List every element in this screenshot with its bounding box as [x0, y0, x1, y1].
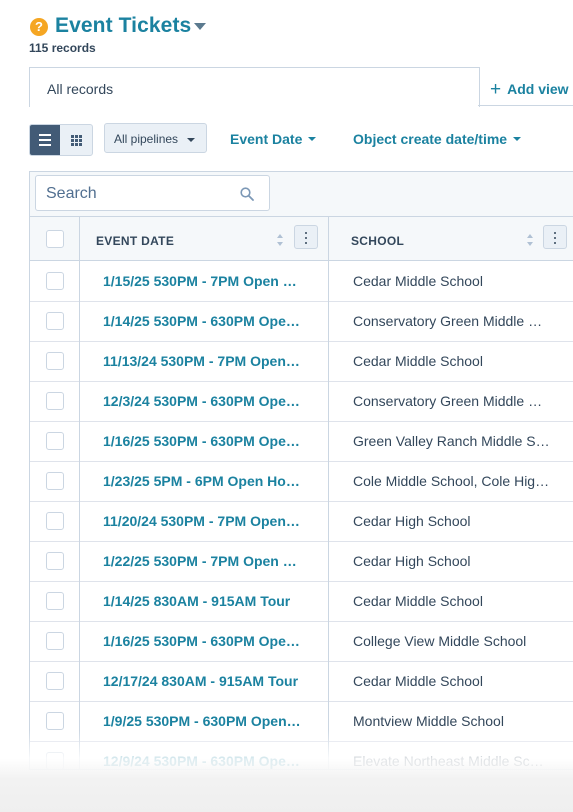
- event-date-link[interactable]: 1/22/25 530PM - 7PM Open House: [103, 553, 303, 569]
- view-toggle: [29, 124, 93, 156]
- row-checkbox[interactable]: [46, 712, 64, 730]
- row-checkbox[interactable]: [46, 512, 64, 530]
- add-view-label: Add view: [507, 81, 569, 97]
- search-box[interactable]: [35, 175, 270, 211]
- table-header: EVENT DATE SCHOOL: [30, 217, 573, 261]
- page-title[interactable]: Event Tickets: [55, 14, 191, 38]
- row-checkbox[interactable]: [46, 552, 64, 570]
- row-checkbox[interactable]: [46, 392, 64, 410]
- sort-icon[interactable]: [526, 233, 534, 247]
- school-cell: Cole Middle School, Cole High School: [353, 473, 550, 489]
- table-row[interactable]: 1/23/25 5PM - 6PM Open House Cole Middle …: [30, 461, 573, 502]
- more-vertical-icon[interactable]: [543, 225, 567, 249]
- create-date-filter[interactable]: Object create date/time: [353, 131, 522, 147]
- search-bar: [30, 172, 573, 217]
- row-checkbox[interactable]: [46, 272, 64, 290]
- list-view-icon[interactable]: [30, 125, 60, 155]
- table-row[interactable]: 11/13/24 530PM - 7PM Open House Cedar Mid…: [30, 341, 573, 382]
- school-cell: College View Middle School: [353, 633, 527, 649]
- column-divider: [79, 217, 80, 769]
- event-date-link[interactable]: 1/14/25 830AM - 915AM Tour: [103, 593, 303, 609]
- event-date-link[interactable]: 12/17/24 830AM - 915AM Tour: [103, 673, 303, 689]
- table-row[interactable]: 1/14/25 530PM - 630PM Open House Conserva…: [30, 301, 573, 342]
- school-cell: Conservatory Green Middle School: [353, 393, 550, 409]
- event-date-link[interactable]: 11/20/24 530PM - 7PM Open House: [103, 513, 303, 529]
- event-date-link[interactable]: 1/9/25 530PM - 630PM Open House: [103, 713, 303, 729]
- table-row[interactable]: 1/16/25 530PM - 630PM Open House Green Va…: [30, 421, 573, 462]
- chevron-down-icon[interactable]: [194, 23, 206, 30]
- column-divider: [328, 217, 329, 769]
- record-count: 115 records: [29, 41, 96, 55]
- event-date-link[interactable]: 1/16/25 530PM - 630PM Open House: [103, 433, 303, 449]
- plus-icon: +: [490, 79, 502, 100]
- event-date-filter[interactable]: Event Date: [230, 131, 317, 147]
- sort-icon[interactable]: [276, 233, 284, 247]
- school-cell: Cedar High School: [353, 553, 471, 569]
- filter-label: Event Date: [230, 131, 303, 147]
- row-checkbox[interactable]: [46, 432, 64, 450]
- bottom-fade: [0, 730, 573, 812]
- row-checkbox[interactable]: [46, 632, 64, 650]
- pipeline-dropdown[interactable]: All pipelines: [104, 123, 207, 153]
- row-checkbox[interactable]: [46, 472, 64, 490]
- event-date-link[interactable]: 11/13/24 530PM - 7PM Open House: [103, 353, 303, 369]
- table-row[interactable]: 11/20/24 530PM - 7PM Open House Cedar Hig…: [30, 501, 573, 542]
- event-date-link[interactable]: 1/15/25 530PM - 7PM Open House: [103, 273, 303, 289]
- event-date-link[interactable]: 1/14/25 530PM - 630PM Open House: [103, 313, 303, 329]
- school-cell: Cedar High School: [353, 513, 471, 529]
- chevron-down-icon: [513, 137, 522, 141]
- school-cell: Cedar Middle School: [353, 593, 483, 609]
- table-row[interactable]: 1/14/25 830AM - 915AM Tour Cedar Middle S…: [30, 581, 573, 622]
- filter-label: Object create date/time: [353, 131, 508, 147]
- event-date-link[interactable]: 1/16/25 530PM - 630PM Open House: [103, 633, 303, 649]
- tab-all-records[interactable]: All records: [29, 67, 480, 107]
- grid-view-icon[interactable]: [61, 125, 92, 155]
- column-header-school[interactable]: SCHOOL: [351, 234, 404, 248]
- table-row[interactable]: 1/22/25 530PM - 7PM Open House Cedar High…: [30, 541, 573, 582]
- table-row[interactable]: 1/15/25 530PM - 7PM Open House Cedar Midd…: [30, 261, 573, 302]
- chevron-down-icon: [187, 138, 195, 142]
- search-icon[interactable]: [240, 187, 254, 201]
- select-all-checkbox[interactable]: [46, 230, 64, 248]
- row-checkbox[interactable]: [46, 672, 64, 690]
- tab-divider: [478, 105, 573, 106]
- school-cell: Cedar Middle School: [353, 353, 483, 369]
- row-checkbox[interactable]: [46, 312, 64, 330]
- school-cell: Green Valley Ranch Middle School: [353, 433, 550, 449]
- column-header-event-date[interactable]: EVENT DATE: [96, 234, 174, 248]
- add-view-button[interactable]: + Add view: [490, 78, 569, 100]
- table-row[interactable]: 12/3/24 530PM - 630PM Open House Conserva…: [30, 381, 573, 422]
- school-cell: Cedar Middle School: [353, 273, 483, 289]
- row-checkbox[interactable]: [46, 592, 64, 610]
- row-checkbox[interactable]: [46, 352, 64, 370]
- help-icon[interactable]: ?: [30, 18, 48, 36]
- event-date-link[interactable]: 1/23/25 5PM - 6PM Open House: [103, 473, 303, 489]
- event-date-link[interactable]: 12/3/24 530PM - 630PM Open House: [103, 393, 303, 409]
- more-vertical-icon[interactable]: [294, 225, 318, 249]
- search-input[interactable]: [44, 182, 228, 206]
- records-table: EVENT DATE SCHOOL 1/15/25 530PM - 7PM Op…: [29, 171, 573, 770]
- school-cell: Cedar Middle School: [353, 673, 483, 689]
- school-cell: Montview Middle School: [353, 713, 504, 729]
- school-cell: Conservatory Green Middle School: [353, 313, 550, 329]
- table-row[interactable]: 1/16/25 530PM - 630PM Open House College …: [30, 621, 573, 662]
- chevron-down-icon: [308, 137, 317, 141]
- table-row[interactable]: 12/17/24 830AM - 915AM Tour Cedar Middle …: [30, 661, 573, 702]
- tab-label: All records: [47, 81, 114, 97]
- pipeline-label: All pipelines: [114, 132, 179, 146]
